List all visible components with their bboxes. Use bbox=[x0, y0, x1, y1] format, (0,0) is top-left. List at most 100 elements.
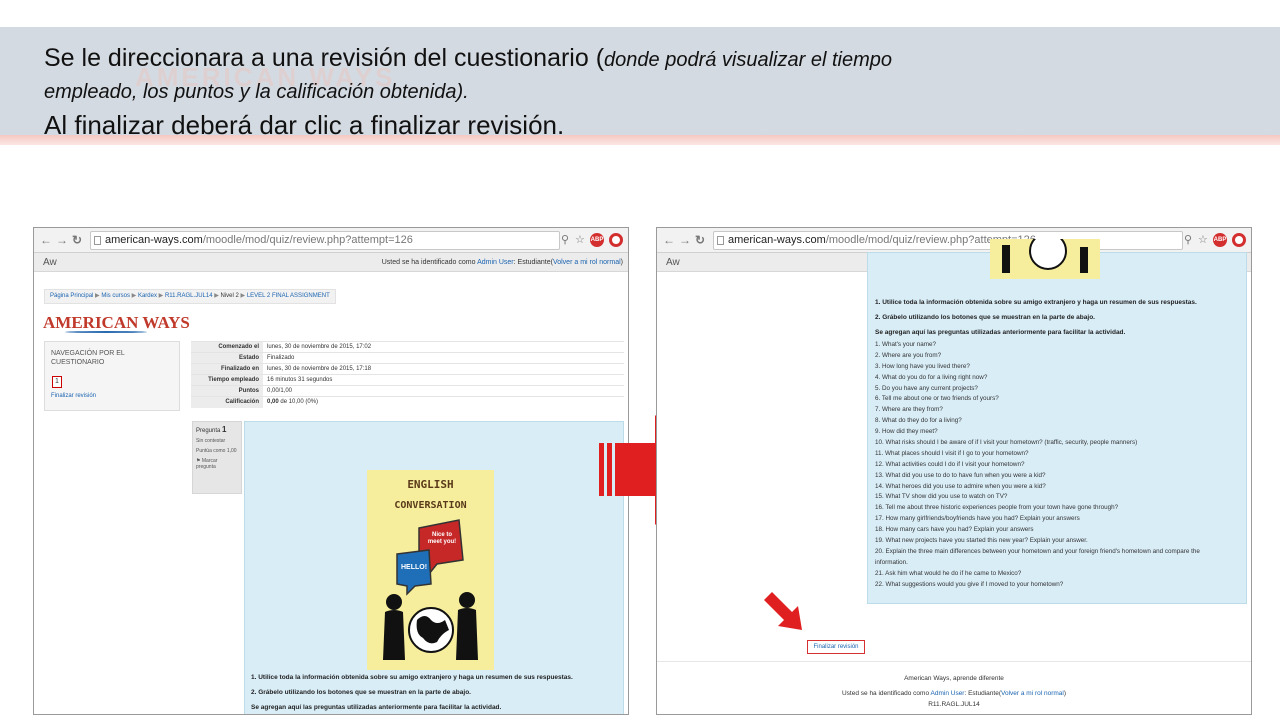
table-row: Calificación 0,00 de 10,00 (0%) bbox=[191, 396, 624, 408]
poster-illustration bbox=[383, 519, 478, 660]
list-item: 2. Where are you from? bbox=[875, 351, 942, 359]
address-bar[interactable]: american-ways.com/moodle/mod/quiz/review… bbox=[90, 231, 560, 250]
table-row: Estado Finalizado bbox=[191, 352, 624, 364]
summary-value: 16 minutos 31 segundos bbox=[263, 374, 624, 386]
screenshot-quiz-review: ← → ↻ american-ways.com/moodle/mod/quiz/… bbox=[656, 227, 1252, 715]
list-item: 21. Ask him what would he do if he came … bbox=[875, 569, 1022, 577]
url-path: /moodle/mod/quiz/review.php?attempt=126 bbox=[202, 234, 413, 246]
title-line-1: Se le direccionara a una revisión del cu… bbox=[44, 44, 892, 73]
list-item: 14. What heroes did you use to admire wh… bbox=[875, 482, 1046, 490]
breadcrumb-item[interactable]: Página Principal bbox=[50, 293, 93, 299]
list-item: 15. What TV show did you use to watch on… bbox=[875, 493, 1008, 501]
summary-value: 0,00 de 10,00 (0%) bbox=[263, 396, 624, 408]
list-item: 4. What do you do for a living right now… bbox=[875, 373, 988, 381]
back-icon[interactable]: ← bbox=[663, 233, 675, 247]
site-shortname[interactable]: Aw bbox=[43, 257, 57, 268]
star-icon[interactable]: ☆ bbox=[1198, 233, 1208, 246]
poster-fragment bbox=[990, 239, 1100, 279]
question-list: 1. What's your name? 2. Where are you fr… bbox=[875, 341, 1235, 591]
url-host: american-ways.com bbox=[105, 234, 203, 246]
opera-icon[interactable] bbox=[609, 233, 623, 247]
breadcrumb-item[interactable]: R11.RAGL.JUL14 bbox=[165, 293, 213, 299]
role-close: ) bbox=[620, 259, 623, 266]
breadcrumb-item[interactable]: LEVEL 2 FINAL ASSIGNMENT bbox=[247, 293, 330, 299]
list-item: 16. Tell me about three historic experie… bbox=[875, 504, 1119, 512]
breadcrumb: Página Principal ▶ Mis cursos ▶ Kardex ▶… bbox=[44, 289, 336, 304]
list-item: 7. Where are they from? bbox=[875, 406, 943, 414]
list-item: 11. What places should I visit if I go t… bbox=[875, 449, 1029, 457]
quiz-navigation-title: NAVEGACIÓN POR EL CUESTIONARIO bbox=[51, 350, 125, 366]
list-item: 22. What suggestions would you give if I… bbox=[875, 580, 1064, 588]
list-item: 8. What do they do for a living? bbox=[875, 417, 962, 425]
table-row: Finalizado en lunes, 30 de noviembre de 2… bbox=[191, 363, 624, 375]
instruction-3: Se agregan aquí las preguntas utilizadas… bbox=[251, 704, 502, 711]
title-line-3: Al finalizar deberá dar clic a finalizar… bbox=[44, 110, 565, 140]
role-link[interactable]: Volver a mi rol normal bbox=[1001, 690, 1064, 697]
screenshot-quiz-summary: ← → ↻ american-ways.com/moodle/mod/quiz/… bbox=[33, 227, 629, 715]
login-info: Usted se ha identificado como Admin User… bbox=[382, 259, 623, 266]
instruction-2: 2. Grábelo utilizando los botones que se… bbox=[251, 689, 471, 696]
adblock-icon[interactable]: ABP bbox=[590, 233, 604, 247]
adblock-icon[interactable]: ABP bbox=[1213, 233, 1227, 247]
address-bar[interactable]: american-ways.com/moodle/mod/quiz/review… bbox=[713, 231, 1183, 250]
star-icon[interactable]: ☆ bbox=[575, 233, 585, 246]
forward-icon[interactable]: → bbox=[679, 233, 691, 247]
table-row: Puntos 0,00/1,00 bbox=[191, 385, 624, 397]
finish-review-button[interactable]: Finalizar revisión bbox=[807, 640, 865, 654]
footer-divider bbox=[657, 661, 1251, 662]
list-item: 5. Do you have any current projects? bbox=[875, 384, 978, 392]
reload-icon[interactable]: ↻ bbox=[695, 233, 705, 247]
question-number: 1 bbox=[222, 425, 227, 434]
instruction-1: 1. Utilice toda la información obtenida … bbox=[251, 674, 573, 681]
opera-icon[interactable] bbox=[1232, 233, 1246, 247]
flag-question[interactable]: ⚑ Marcar pregunta bbox=[196, 458, 238, 470]
browser-toolbar: ← → ↻ american-ways.com/moodle/mod/quiz/… bbox=[657, 228, 1251, 253]
footer-login-info: Usted se ha identificado como Admin User… bbox=[657, 690, 1251, 697]
logo-swoosh bbox=[65, 331, 147, 333]
american-ways-logo[interactable]: AMERICAN WAYS bbox=[43, 313, 190, 333]
back-icon[interactable]: ← bbox=[40, 233, 52, 247]
footer-course-link[interactable]: R11.RAGL.JUL14 bbox=[657, 701, 1251, 708]
forward-icon[interactable]: → bbox=[56, 233, 68, 247]
breadcrumb-item[interactable]: Mis cursos bbox=[101, 293, 130, 299]
quiz-navigation-block: NAVEGACIÓN POR EL CUESTIONARIO 1 Finaliz… bbox=[44, 341, 180, 411]
reload-icon[interactable]: ↻ bbox=[72, 233, 82, 247]
breadcrumb-item[interactable]: Kardex bbox=[138, 293, 157, 299]
site-shortname[interactable]: Aw bbox=[666, 257, 680, 268]
instruction-1: 1. Utilice toda la información obtenida … bbox=[875, 299, 1197, 306]
title-line-1-text: Se le direccionara a una revisión del cu… bbox=[44, 44, 605, 72]
list-item: 1. What's your name? bbox=[875, 341, 937, 348]
instruction-3: Se agregan aquí las preguntas utilizadas… bbox=[875, 329, 1126, 336]
summary-label: Tiempo empleado bbox=[191, 374, 263, 386]
table-row: Tiempo empleado 16 minutos 31 segundos bbox=[191, 374, 624, 386]
question-content-scrolled: 1. Utilice toda la información obtenida … bbox=[867, 239, 1247, 604]
zoom-icon[interactable]: ⚲ bbox=[1184, 233, 1192, 246]
question-1-button[interactable]: 1 bbox=[52, 376, 62, 388]
pointer-arrow-icon bbox=[764, 592, 802, 630]
question-status: Sin contestar bbox=[196, 438, 226, 444]
zoom-icon[interactable]: ⚲ bbox=[561, 233, 569, 246]
user-link[interactable]: Admin User bbox=[931, 690, 965, 697]
question-content: ENGLISH CONVERSATION Nice to meet you! H… bbox=[244, 421, 624, 714]
list-item: 9. How did they meet? bbox=[875, 428, 938, 436]
question-info-panel: Pregunta 1 Sin contestar Puntúa como 1,0… bbox=[192, 421, 242, 494]
list-item: 18. How many cars have you had? Explain … bbox=[875, 526, 1034, 534]
summary-value: 0,00/1,00 bbox=[263, 385, 624, 397]
role-close: ) bbox=[1063, 690, 1067, 697]
list-item: 20. Explain the three main differences b… bbox=[875, 547, 1200, 555]
role-text: : Estudiante( bbox=[964, 690, 1001, 697]
role-link[interactable]: Volver a mi rol normal bbox=[553, 259, 621, 266]
summary-label: Comenzado el bbox=[191, 341, 263, 353]
browser-toolbar: ← → ↻ american-ways.com/moodle/mod/quiz/… bbox=[34, 228, 628, 253]
english-conversation-poster: ENGLISH CONVERSATION Nice to meet you! H… bbox=[367, 470, 494, 670]
page-icon bbox=[94, 236, 101, 245]
list-item: information. bbox=[875, 558, 908, 566]
finish-review-link[interactable]: Finalizar revisión bbox=[51, 393, 96, 399]
user-link[interactable]: Admin User bbox=[477, 259, 514, 266]
role-text: : Estudiante( bbox=[513, 259, 553, 266]
slide: AMERICAN WAYS Se le direccionara a una r… bbox=[0, 0, 1280, 720]
summary-label: Estado bbox=[191, 352, 263, 364]
list-item: 3. How long have you lived there? bbox=[875, 362, 970, 370]
bubble-nice-to-meet-you: Nice to meet you! bbox=[427, 532, 457, 545]
grade-suffix: de 10,00 (0%) bbox=[278, 399, 319, 406]
